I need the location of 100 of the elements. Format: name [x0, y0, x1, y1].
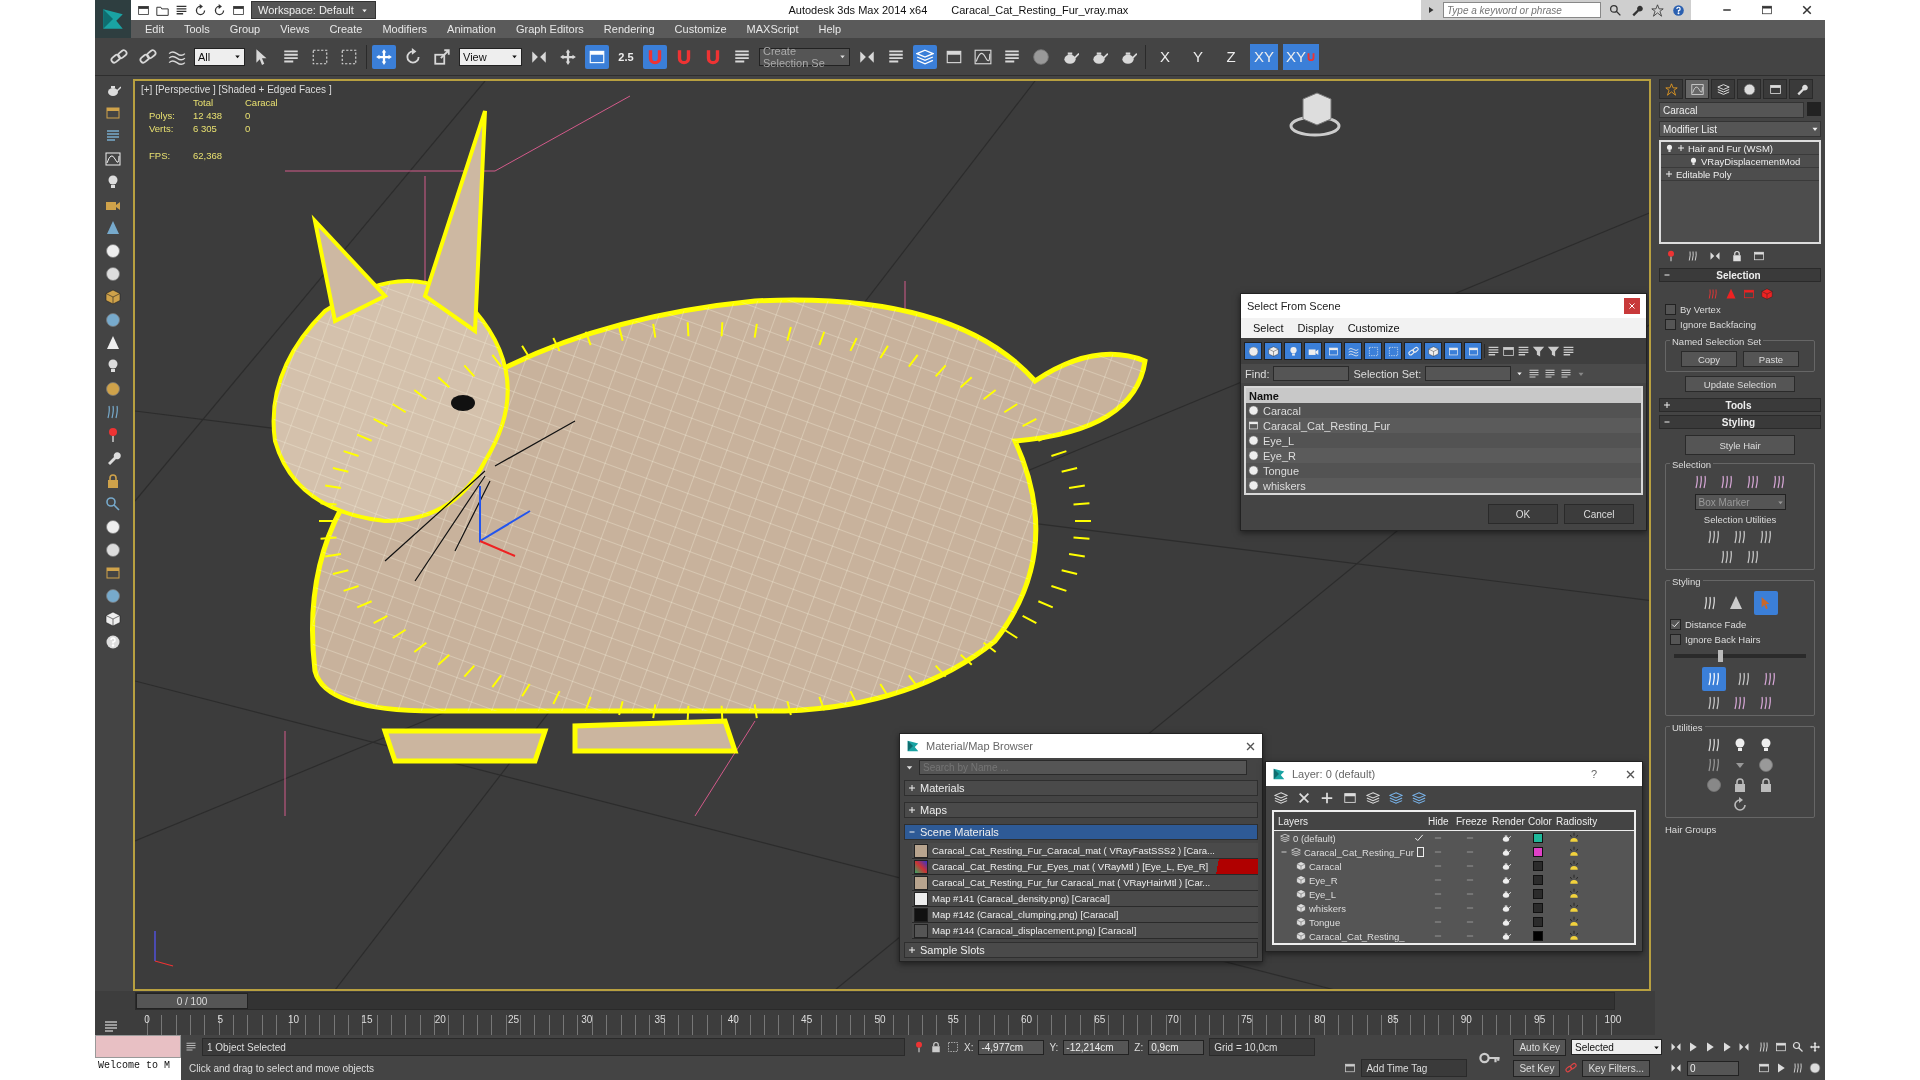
viewport-label[interactable]: [+] [Perspective ] [Shaded + Edged Faces ]: [141, 84, 332, 95]
search-field[interactable]: Type a keyword or phrase: [1443, 2, 1601, 18]
object-name: Tongue: [1263, 464, 1300, 477]
layer-name[interactable]: Eye_L: [1309, 888, 1424, 900]
key-filters-button[interactable]: Key Filters...: [1582, 1059, 1650, 1077]
menu-item[interactable]: MAXScript: [740, 23, 813, 35]
layer-name[interactable]: Caracal_Cat_Resting_Fur: [1304, 846, 1414, 858]
dialog-title: Layer: 0 (default): [1292, 768, 1377, 780]
object-row[interactable]: whiskers: [1246, 478, 1641, 493]
maxscript-listener[interactable]: Welcome to M: [95, 1035, 181, 1080]
stats-label: Polys:: [149, 110, 176, 121]
column-header[interactable]: Render: [1488, 815, 1524, 827]
panel-button[interactable]: Copy: [1681, 351, 1737, 367]
material-item[interactable]: Map #142 (Caracal_clumping.png) [Caracal]: [912, 907, 1258, 923]
rollout-header[interactable]: Styling: [1659, 415, 1821, 429]
coordinate-field[interactable]: 0,9cm: [1148, 1039, 1205, 1055]
snap-toggle[interactable]: 2.5: [614, 44, 638, 69]
menu-item[interactable]: Animation: [441, 23, 510, 35]
layer-name[interactable]: whiskers: [1309, 902, 1424, 914]
stats-value: 0: [245, 110, 252, 121]
coordinate-label: X:: [964, 1041, 974, 1053]
axis-constraint-button[interactable]: XY: [1250, 43, 1278, 70]
key-mode-dropdown[interactable]: Selected: [1571, 1039, 1662, 1055]
column-header[interactable]: Radiosity: [1552, 815, 1596, 827]
frame-tick: 55: [947, 1015, 959, 1027]
material-item[interactable]: Map #144 (Caracal_displacement.png) [Caracal]: [912, 923, 1258, 939]
menu-item[interactable]: Modifiers: [376, 23, 442, 35]
menu-item[interactable]: Customize: [1347, 322, 1400, 334]
panel-button[interactable]: Paste: [1743, 351, 1799, 367]
material-item[interactable]: Caracal_Cat_Resting_Fur_fur Caracal_mat ( VRayHairMtl ) [Car...: [912, 875, 1258, 891]
set-key-button[interactable]: Set Key: [1513, 1059, 1561, 1077]
filter-dropdown[interactable]: All: [194, 47, 245, 66]
material-item[interactable]: Caracal_Cat_Resting_Fur_Caracal_mat ( VRayFastSSS2 ) [Cara...: [912, 843, 1258, 859]
modifier-list-dropdown[interactable]: Modifier List: [1659, 121, 1821, 137]
axis-constraint-button[interactable]: Z: [1217, 43, 1245, 70]
material-item[interactable]: Map #141 (Caracal_density.png) [Caracal]: [912, 891, 1258, 907]
frame-tick: 15: [361, 1015, 373, 1027]
rollout-header[interactable]: Selection: [1659, 268, 1821, 282]
menu-item[interactable]: Edit: [139, 23, 178, 35]
axis-constraint-button[interactable]: X: [1151, 43, 1179, 70]
column-header[interactable]: Name: [1246, 388, 1641, 403]
workspace-dropdown[interactable]: Workspace: Default: [251, 1, 376, 19]
reference-coordinate-dropdown[interactable]: View: [459, 47, 522, 66]
axis-constraint-button[interactable]: XY: [1283, 43, 1319, 70]
menu-item[interactable]: Create: [323, 23, 377, 35]
modifier-item[interactable]: Hair and Fur (WSM): [1661, 142, 1819, 155]
coordinate-field[interactable]: -4,977cm: [978, 1039, 1045, 1055]
layer-name[interactable]: Caracal_Cat_Resting_: [1309, 930, 1424, 942]
material-name: Caracal_Cat_Resting_Fur_Eyes_mat ( VRayMtl ) [Eye_L, Eye_R]: [932, 861, 1209, 872]
dialog-button[interactable]: OK: [1488, 504, 1558, 524]
material-name: Caracal_Cat_Resting_Fur_fur Caracal_mat ( VRayHairMtl ) [Car...: [932, 877, 1211, 888]
time-slider[interactable]: 0 / 100: [136, 993, 248, 1009]
frame-tick: 70: [1167, 1015, 1179, 1027]
category-header[interactable]: Scene Materials: [904, 824, 1258, 840]
category-header[interactable]: Maps: [904, 802, 1258, 818]
frame-tick: 35: [654, 1015, 666, 1027]
material-name: Caracal_Cat_Resting_Fur_Caracal_mat ( VRayFastSSS2 ) [Cara...: [932, 845, 1215, 856]
frame-tick: 80: [1314, 1015, 1326, 1027]
menu-item[interactable]: Customize: [668, 23, 741, 35]
column-header[interactable]: Color: [1524, 815, 1552, 827]
object-row[interactable]: Caracal_Cat_Resting_Fur: [1246, 418, 1641, 433]
group-label: Hair Groups: [1665, 824, 1718, 835]
column-header[interactable]: Layers: [1274, 815, 1424, 827]
menu-item[interactable]: Rendering: [597, 23, 669, 35]
modifier-item[interactable]: VRayDisplacementMod: [1661, 155, 1819, 168]
menu-item[interactable]: Group: [223, 23, 275, 35]
object-name-field[interactable]: Caracal: [1659, 102, 1804, 118]
file-name: Caracal_Cat_Resting_Fur_vray.max: [951, 4, 1129, 16]
stats-value: 0: [245, 123, 252, 134]
rollout-header[interactable]: Tools: [1659, 398, 1821, 412]
current-frame-field[interactable]: 0: [1687, 1060, 1739, 1076]
menu-item[interactable]: Graph Editors: [509, 23, 598, 35]
panel-button[interactable]: Style Hair: [1685, 435, 1795, 455]
add-time-tag[interactable]: Add Time Tag: [1361, 1059, 1468, 1077]
panel-button[interactable]: Update Selection: [1685, 376, 1795, 392]
object-row[interactable]: Eye_R: [1246, 448, 1641, 463]
help-button[interactable]: ?: [1590, 768, 1597, 780]
column-header[interactable]: Freeze: [1452, 815, 1488, 827]
material-item[interactable]: Caracal_Cat_Resting_Fur_Eyes_mat ( VRayMtl ) [Eye_L, Eye_R]: [912, 859, 1258, 875]
menu-item[interactable]: Help: [812, 23, 856, 35]
layer-name[interactable]: Caracal: [1309, 860, 1424, 872]
time-slider-track[interactable]: 0 / 100: [135, 992, 1615, 1010]
menu-item[interactable]: Display: [1297, 322, 1334, 334]
category-header[interactable]: Sample Slots: [904, 942, 1258, 958]
layer-name[interactable]: Tongue: [1309, 916, 1424, 928]
layer-name[interactable]: Eye_R: [1309, 874, 1424, 886]
column-header[interactable]: Hide: [1424, 815, 1452, 827]
menu-item[interactable]: Select: [1253, 322, 1284, 334]
menu-item[interactable]: Tools: [177, 23, 224, 35]
coordinate-field[interactable]: -12,214cm: [1063, 1039, 1130, 1055]
frame-tick: 100: [1604, 1015, 1622, 1027]
modifier-item[interactable]: Editable Poly: [1661, 168, 1819, 181]
frame-tick: 75: [1240, 1015, 1252, 1027]
axis-constraint-button[interactable]: Y: [1184, 43, 1212, 70]
auto-key-button[interactable]: Auto Key: [1513, 1038, 1566, 1056]
dialog-button[interactable]: Cancel: [1564, 504, 1634, 524]
layer-name[interactable]: 0 (default): [1293, 832, 1411, 844]
object-name: Caracal_Cat_Resting_Fur: [1263, 419, 1391, 432]
menu-item[interactable]: Views: [274, 23, 324, 35]
category-header[interactable]: Materials: [904, 780, 1258, 796]
